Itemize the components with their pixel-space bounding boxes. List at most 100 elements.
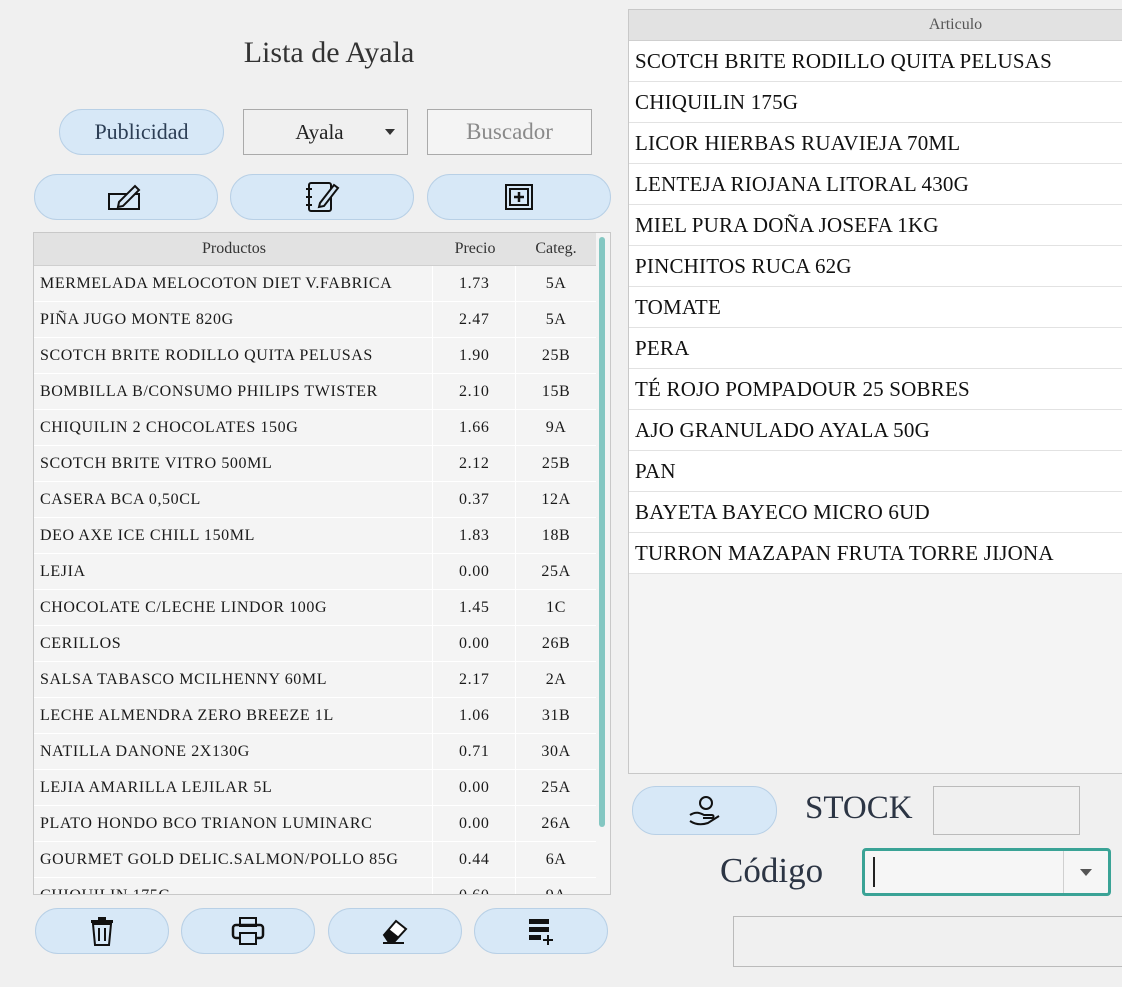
table-row[interactable]: LECHE ALMENDRA ZERO BREEZE 1L 1.06 31B xyxy=(34,698,596,734)
eraser-button[interactable] xyxy=(328,908,462,954)
store-select[interactable]: Ayala xyxy=(243,109,408,155)
table-row[interactable]: PIÑA JUGO MONTE 820G 2.47 5A xyxy=(34,302,596,338)
table-row[interactable]: CASERA BCA 0,50CL 0.37 12A xyxy=(34,482,596,518)
list-item[interactable]: TOMATE xyxy=(629,287,1122,328)
price-cell: 1.06 xyxy=(433,698,517,733)
add-row-button[interactable] xyxy=(474,908,608,954)
codigo-label: Código xyxy=(720,851,824,890)
codigo-combo[interactable] xyxy=(862,848,1111,896)
product-name-cell: PLATO HONDO BCO TRIANON LUMINARC xyxy=(34,806,434,841)
products-table-body: MERMELADA MELOCOTON DIET V.FABRICA 1.73 5A… xyxy=(34,266,596,895)
add-button[interactable] xyxy=(427,174,611,220)
product-name-cell: SALSA TABASCO MCILHENNY 60ML xyxy=(34,662,434,697)
product-name-cell: CHIQUILIN 2 CHOCOLATES 150G xyxy=(34,410,434,445)
stock-field[interactable] xyxy=(933,786,1080,835)
table-row[interactable]: LEJIA 0.00 25A xyxy=(34,554,596,590)
product-name-cell: LECHE ALMENDRA ZERO BREEZE 1L xyxy=(34,698,434,733)
stock-button[interactable] xyxy=(632,786,777,835)
price-cell: 0.60 xyxy=(433,878,517,894)
table-row[interactable]: DEO AXE ICE CHILL 150ML 1.83 18B xyxy=(34,518,596,554)
product-name-cell: NATILLA DANONE 2X130G xyxy=(34,734,434,769)
delete-button[interactable] xyxy=(35,908,169,954)
table-scrollbar[interactable] xyxy=(599,237,605,827)
search-input[interactable] xyxy=(427,109,592,155)
list-item[interactable]: BAYETA BAYECO MICRO 6UD xyxy=(629,492,1122,533)
publicidad-button-label: Publicidad xyxy=(94,119,189,144)
category-cell: 25A xyxy=(541,562,571,580)
header-productos[interactable]: Productos xyxy=(34,240,434,258)
table-row[interactable]: SCOTCH BRITE VITRO 500ML 2.12 25B xyxy=(34,446,596,482)
product-name-cell: PIÑA JUGO MONTE 820G xyxy=(34,302,434,337)
publicidad-button[interactable]: Publicidad xyxy=(59,109,224,155)
price-cell: 0.71 xyxy=(433,734,517,769)
hand-coin-icon xyxy=(688,795,722,827)
list-item[interactable]: PERA xyxy=(629,328,1122,369)
product-name-cell: DEO AXE ICE CHILL 150ML xyxy=(34,518,434,553)
description-field[interactable] xyxy=(733,916,1122,967)
category-cell: 25B xyxy=(541,346,571,364)
notebook-edit-button[interactable] xyxy=(230,174,414,220)
table-row[interactable]: CERILLOS 0.00 26B xyxy=(34,626,596,662)
price-cell: 2.10 xyxy=(433,374,517,409)
price-cell: 0.00 xyxy=(433,806,517,841)
print-button[interactable] xyxy=(181,908,315,954)
product-name-cell: LEJIA AMARILLA LEJILAR 5L xyxy=(34,770,434,805)
category-cell: 25B xyxy=(541,454,571,472)
list-item[interactable]: PINCHITOS RUCA 62G xyxy=(629,246,1122,287)
category-cell: 26B xyxy=(541,634,571,652)
chevron-down-icon xyxy=(1080,868,1092,876)
list-item[interactable]: CHIQUILIN 175G xyxy=(629,82,1122,123)
price-cell: 2.47 xyxy=(433,302,517,337)
list-item[interactable]: SCOTCH BRITE RODILLO QUITA PELUSAS xyxy=(629,41,1122,82)
list-item[interactable]: PAN xyxy=(629,451,1122,492)
products-table[interactable]: Productos Precio Categ. MERMELADA MELOCO… xyxy=(33,232,611,895)
trash-icon xyxy=(89,916,115,946)
table-row[interactable]: GOURMET GOLD DELIC.SALMON/POLLO 85G 0.44 6… xyxy=(34,842,596,878)
articles-list-header[interactable]: Articulo xyxy=(629,10,1122,41)
store-select-value: Ayala xyxy=(295,119,344,144)
table-row[interactable]: BOMBILLA B/CONSUMO PHILIPS TWISTER 2.10 15… xyxy=(34,374,596,410)
notebook-edit-icon xyxy=(304,179,340,215)
price-cell: 1.66 xyxy=(433,410,517,445)
price-cell: 2.12 xyxy=(433,446,517,481)
table-row[interactable]: CHIQUILIN 175G 0.60 9A xyxy=(34,878,596,895)
list-item[interactable]: MIEL PURA DOÑA JOSEFA 1KG xyxy=(629,205,1122,246)
category-cell: 12A xyxy=(541,490,571,508)
articles-list[interactable]: Articulo SCOTCH BRITE RODILLO QUITA PELU… xyxy=(628,9,1122,774)
product-name-cell: CASERA BCA 0,50CL xyxy=(34,482,434,517)
price-cell: 0.00 xyxy=(433,626,517,661)
table-row[interactable]: SCOTCH BRITE RODILLO QUITA PELUSAS 1.90 25… xyxy=(34,338,596,374)
table-row[interactable]: MERMELADA MELOCOTON DIET V.FABRICA 1.73 5A xyxy=(34,266,596,302)
category-cell: 5A xyxy=(545,274,567,292)
category-cell: 25A xyxy=(541,778,571,796)
category-cell: 9A xyxy=(545,886,567,895)
table-row[interactable]: LEJIA AMARILLA LEJILAR 5L 0.00 25A xyxy=(34,770,596,806)
table-row[interactable]: PLATO HONDO BCO TRIANON LUMINARC 0.00 26A xyxy=(34,806,596,842)
codigo-dropdown-button[interactable] xyxy=(1063,851,1108,893)
page-title: Lista de Ayala xyxy=(243,36,415,69)
list-item[interactable]: TURRON MAZAPAN FRUTA TORRE JIJONA xyxy=(629,533,1122,574)
list-item[interactable]: TÉ ROJO POMPADOUR 25 SOBRES xyxy=(629,369,1122,410)
category-cell: 30A xyxy=(541,742,571,760)
price-cell: 0.44 xyxy=(433,842,517,877)
edit-pencil-icon xyxy=(107,182,145,212)
product-name-cell: CHIQUILIN 175G xyxy=(34,878,434,894)
list-item[interactable]: LICOR HIERBAS RUAVIEJA 70ML xyxy=(629,123,1122,164)
table-row[interactable]: CHIQUILIN 2 CHOCOLATES 150G 1.66 9A xyxy=(34,410,596,446)
table-row[interactable]: SALSA TABASCO MCILHENNY 60ML 2.17 2A xyxy=(34,662,596,698)
edit-button[interactable] xyxy=(34,174,218,220)
product-name-cell: SCOTCH BRITE RODILLO QUITA PELUSAS xyxy=(34,338,434,373)
price-cell: 1.45 xyxy=(433,590,517,625)
price-cell: 1.90 xyxy=(433,338,517,373)
list-item[interactable]: LENTEJA RIOJANA LITORAL 430G xyxy=(629,164,1122,205)
table-row[interactable]: CHOCOLATE C/LECHE LINDOR 100G 1.45 1C xyxy=(34,590,596,626)
eraser-icon xyxy=(380,917,410,945)
header-categ[interactable]: Categ. xyxy=(516,240,596,258)
articles-list-body: SCOTCH BRITE RODILLO QUITA PELUSAS CHIQUI… xyxy=(629,41,1122,574)
codigo-input[interactable] xyxy=(875,851,1063,893)
chevron-down-icon xyxy=(385,129,395,135)
list-item[interactable]: AJO GRANULADO AYALA 50G xyxy=(629,410,1122,451)
product-name-cell: BOMBILLA B/CONSUMO PHILIPS TWISTER xyxy=(34,374,434,409)
table-row[interactable]: NATILLA DANONE 2X130G 0.71 30A xyxy=(34,734,596,770)
header-precio[interactable]: Precio xyxy=(434,240,516,258)
